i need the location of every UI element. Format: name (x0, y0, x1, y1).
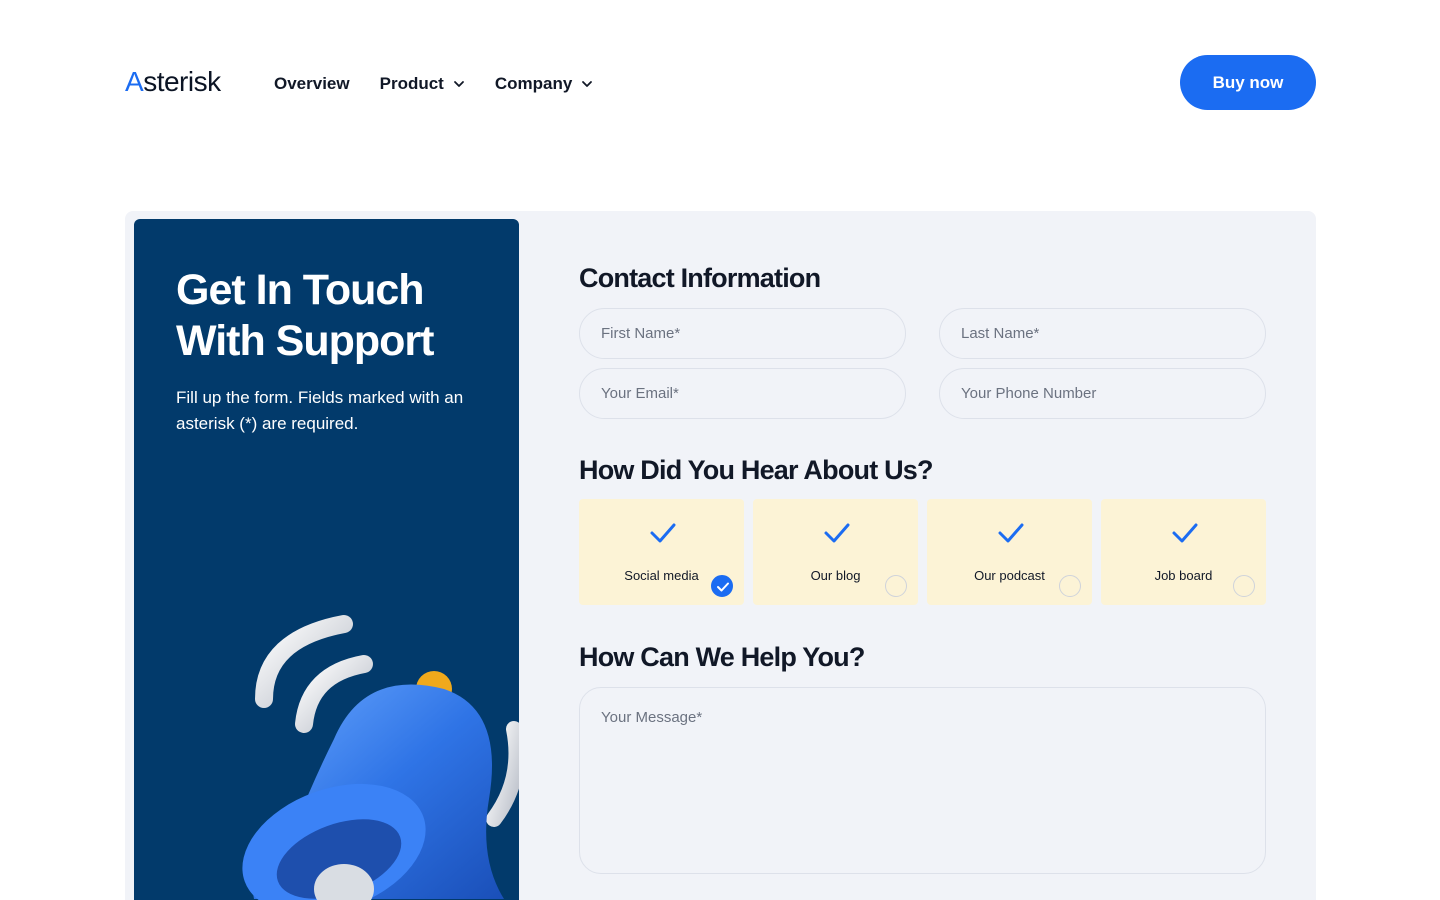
nav-overview[interactable]: Overview (274, 74, 350, 94)
first-name-field[interactable] (579, 308, 906, 359)
message-field[interactable] (579, 687, 1266, 874)
source-options: Social media Our blog Our podcast Job bo… (579, 499, 1266, 605)
chevron-down-icon (453, 81, 464, 87)
check-icon (650, 523, 676, 543)
bell-icon (242, 615, 519, 900)
chevron-down-icon (582, 81, 593, 87)
radio-unselected[interactable] (1233, 575, 1255, 597)
phone-field[interactable] (939, 368, 1266, 419)
form-instructions: Fill up the form. Fields marked with an … (176, 388, 464, 433)
email-field[interactable] (579, 368, 906, 419)
buy-now-button[interactable]: Buy now (1180, 55, 1316, 110)
page-title: Get In Touch With Support (176, 266, 434, 365)
radio-unselected[interactable] (1059, 575, 1081, 597)
nav-company[interactable]: Company (495, 74, 593, 94)
logo[interactable]: Asterisk (125, 66, 221, 98)
check-icon (1172, 523, 1198, 543)
support-panel: Get In Touch With Support Fill up the fo… (134, 219, 519, 900)
last-name-field[interactable] (939, 308, 1266, 359)
contact-card: Get In Touch With Support Fill up the fo… (125, 211, 1316, 900)
contact-info-title: Contact Information (579, 263, 821, 293)
nav-product[interactable]: Product (380, 74, 465, 94)
help-title: How Can We Help You? (579, 642, 865, 672)
hear-about-title: How Did You Hear About Us? (579, 455, 934, 485)
main-nav: Overview Product Company (274, 74, 623, 94)
option-our-blog[interactable]: Our blog (753, 499, 918, 605)
option-our-podcast[interactable]: Our podcast (927, 499, 1092, 605)
radio-unselected[interactable] (885, 575, 907, 597)
radio-selected[interactable] (711, 575, 733, 597)
site-header: Asterisk Overview Product Company Buy no… (0, 0, 1440, 170)
check-icon (824, 523, 850, 543)
check-icon (717, 582, 729, 592)
option-social-media[interactable]: Social media (579, 499, 744, 605)
check-icon (998, 523, 1024, 543)
option-job-board[interactable]: Job board (1101, 499, 1266, 605)
